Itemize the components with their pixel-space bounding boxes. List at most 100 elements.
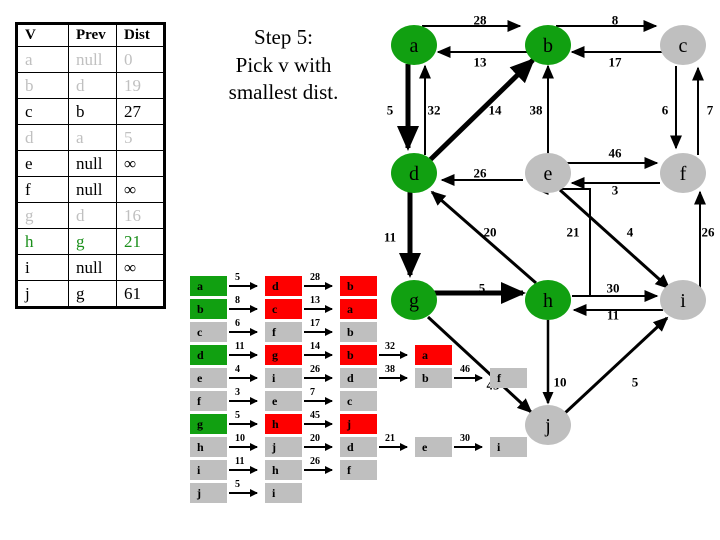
cell-dist-g: 16 [116, 202, 165, 229]
graph-node-j[interactable]: j [525, 405, 571, 445]
graph-node-e[interactable]: e [525, 153, 571, 193]
adjacency-source-e[interactable]: e [190, 368, 227, 388]
table-row: c b 27 [16, 98, 165, 125]
adjacency-arrow [229, 442, 258, 451]
cell-prev-c: b [68, 98, 117, 125]
adjacency-target-a[interactable]: a [415, 345, 452, 365]
adjacency-target-b[interactable]: b [340, 322, 377, 342]
adjacency-target-d[interactable]: d [265, 276, 302, 296]
cell-dist-b: 19 [116, 72, 165, 99]
adjacency-target-b[interactable]: b [340, 276, 377, 296]
cell-dist-a: 0 [116, 46, 165, 73]
adjacency-row: c 6 f 17 b [190, 318, 450, 342]
table-row: i null ∞ [16, 254, 165, 281]
cell-vertex-e: e [16, 150, 69, 177]
adjacency-source-j[interactable]: j [190, 483, 227, 503]
adjacency-target-f[interactable]: f [490, 368, 527, 388]
graph-node-a[interactable]: a [391, 25, 437, 65]
adjacency-source-b[interactable]: b [190, 299, 227, 319]
edge-weight-e-d: 26 [474, 166, 488, 181]
cell-dist-h: 21 [116, 228, 165, 255]
step-title-line-1: Pick v with [235, 52, 332, 77]
adjacency-source-d[interactable]: d [190, 345, 227, 365]
edge-weight-b-c: 8 [612, 13, 619, 28]
adjacency-target-i[interactable]: i [490, 437, 527, 457]
adjacency-source-c[interactable]: c [190, 322, 227, 342]
adjacency-target-e[interactable]: e [415, 437, 452, 457]
cell-dist-d: 5 [116, 124, 165, 151]
graph-node-b[interactable]: b [525, 25, 571, 65]
graph-node-i[interactable]: i [660, 280, 706, 320]
table-row: b d 19 [16, 72, 165, 99]
adjacency-target-f[interactable]: f [265, 322, 302, 342]
adjacency-target-d[interactable]: d [340, 368, 377, 388]
node-label-a: a [410, 35, 419, 57]
cell-vertex-c: c [16, 98, 69, 125]
graph-node-f[interactable]: f [660, 153, 706, 193]
graph-node-c[interactable]: c [660, 25, 706, 65]
adjacency-target-c[interactable]: c [265, 299, 302, 319]
graph-node-h[interactable]: h [525, 280, 571, 320]
adjacency-target-c[interactable]: c [340, 391, 377, 411]
adjacency-target-a[interactable]: a [340, 299, 377, 319]
adjacency-target-i[interactable]: i [265, 483, 302, 503]
node-label-j: j [544, 415, 551, 437]
adjacency-target-h[interactable]: h [265, 460, 302, 480]
graph-node-d[interactable]: d [391, 153, 437, 193]
adjacency-source-f[interactable]: f [190, 391, 227, 411]
adjacency-target-b[interactable]: b [340, 345, 377, 365]
cell-dist-f: ∞ [116, 176, 165, 203]
adjacency-source-h[interactable]: h [190, 437, 227, 457]
adjacency-target-i[interactable]: i [265, 368, 302, 388]
adjacency-target-b[interactable]: b [415, 368, 452, 388]
adjacency-source-i[interactable]: i [190, 460, 227, 480]
adjacency-list: a 5 d 28 b b 8 c 13 a c 6 f 17 b d 11 g 14 b 32 a e 4 i 26 d 38 b 46 f… [190, 272, 527, 506]
table-row: a null 0 [16, 46, 165, 73]
adjacency-target-f[interactable]: f [340, 460, 377, 480]
distance-table: V Prev Dist a null 0 b d 19 c b 27 d a 5 e null ∞ f null… [15, 22, 166, 309]
adjacency-target-j[interactable]: j [340, 414, 377, 434]
adjacency-target-e[interactable]: e [265, 391, 302, 411]
cell-prev-j: g [68, 280, 117, 308]
edge-weight-i-h: 11 [607, 308, 619, 323]
edge-weight-h-i: 30 [607, 281, 620, 296]
adjacency-target-h[interactable]: h [265, 414, 302, 434]
adjacency-row: i 11 h 26 f [190, 456, 450, 480]
node-label-c: c [679, 35, 688, 57]
adjacency-source-a[interactable]: a [190, 276, 227, 296]
edge-weight-d-g: 11 [384, 230, 396, 245]
edge-weight-e-i: 4 [627, 225, 634, 240]
edge-weight-f-i: 26 [702, 225, 716, 240]
adjacency-arrow [304, 281, 333, 290]
adjacency-weight: 3 [235, 387, 240, 398]
adjacency-arrow [304, 350, 333, 359]
distance-table-body: a null 0 b d 19 c b 27 d a 5 e null ∞ f null ∞ g d 16 h g 21 i nu… [16, 46, 165, 308]
edge-weight-f-c: 7 [707, 103, 714, 118]
adjacency-weight: 7 [310, 387, 315, 398]
adjacency-row: b 8 c 13 a [190, 295, 450, 319]
adjacency-row: d 11 g 14 b 32 a [190, 341, 452, 365]
edge-weight-f-e: 3 [612, 183, 619, 198]
adjacency-source-g[interactable]: g [190, 414, 227, 434]
adjacency-arrow [304, 327, 333, 336]
adjacency-target-j[interactable]: j [265, 437, 302, 457]
cell-prev-f: null [68, 176, 117, 203]
adjacency-weight: 11 [235, 341, 245, 352]
adjacency-weight: 28 [310, 272, 320, 283]
adjacency-weight: 20 [310, 433, 320, 444]
edge-weight-h-j: 10 [554, 375, 567, 390]
adjacency-target-g[interactable]: g [265, 345, 302, 365]
node-label-b: b [543, 35, 553, 57]
adjacency-weight: 45 [310, 410, 320, 421]
adjacency-target-d[interactable]: d [340, 437, 377, 457]
adjacency-arrow [379, 350, 408, 359]
adjacency-arrow [304, 304, 333, 313]
adjacency-weight: 21 [385, 433, 395, 444]
adjacency-weight: 6 [235, 318, 240, 329]
column-header-prev: Prev [68, 23, 117, 47]
adjacency-arrow [229, 281, 258, 290]
cell-vertex-g: g [16, 202, 69, 229]
adjacency-row: g 5 h 45 j [190, 410, 450, 434]
node-label-i: i [680, 290, 686, 312]
edge-weight-a-d: 5 [387, 103, 394, 118]
